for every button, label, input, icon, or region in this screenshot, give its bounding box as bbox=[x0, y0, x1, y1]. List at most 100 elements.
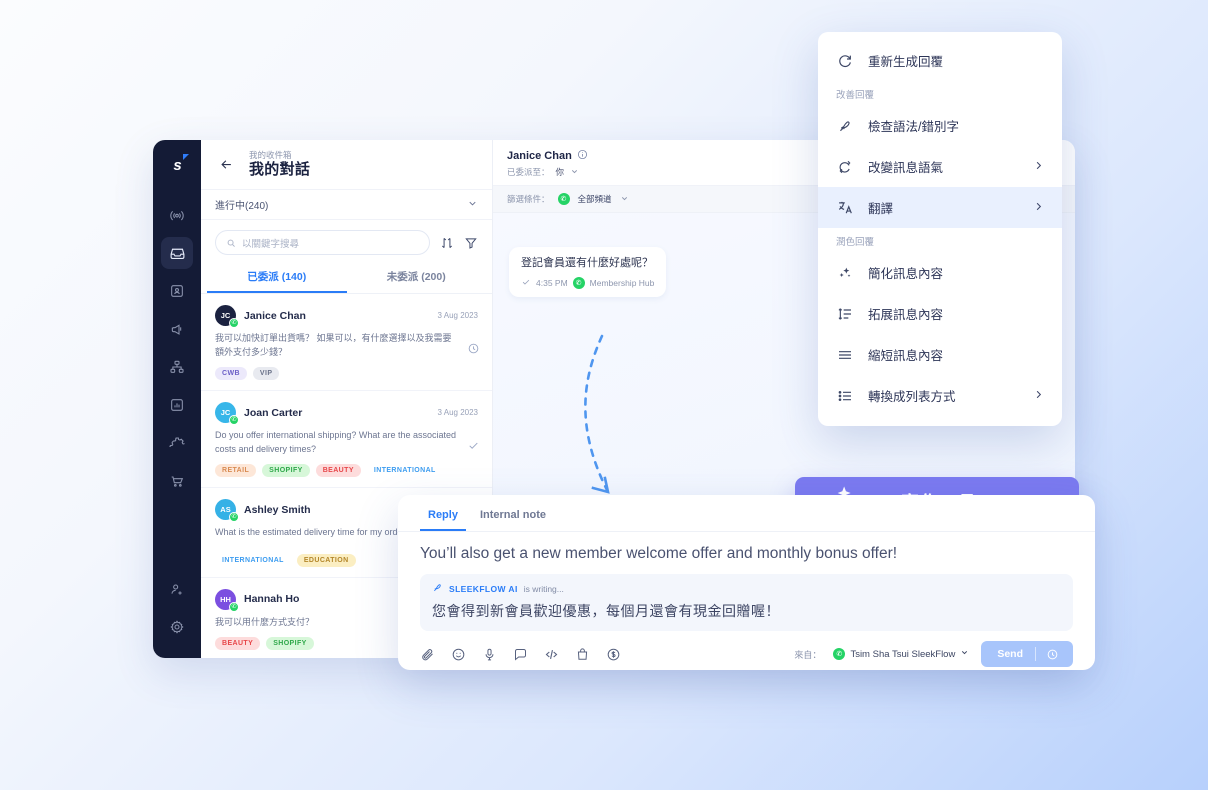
shorten-lines-icon bbox=[836, 347, 854, 363]
nav-item-integrations[interactable] bbox=[161, 427, 193, 459]
message-channel: Membership Hub bbox=[590, 278, 655, 288]
tag-list: CWB VIP bbox=[215, 367, 478, 380]
filter-label: 篩選條件： bbox=[507, 193, 550, 205]
ai-suggestion-block[interactable]: SLEEKFLOW AI is writing... 您會得到新會員歡迎優惠，每… bbox=[420, 574, 1073, 631]
chat-contact-name: Janice Chan bbox=[507, 150, 572, 162]
back-arrow-icon bbox=[219, 157, 234, 172]
search-input[interactable]: 以關鍵字搜尋 bbox=[215, 230, 430, 255]
composer-footer-right: 來自： ✆ Tsim Sha Tsui SleekFlow Send bbox=[794, 641, 1073, 667]
product-bag-icon[interactable] bbox=[575, 647, 590, 662]
nav-item-broadcast[interactable] bbox=[161, 199, 193, 231]
sparkle-icon bbox=[836, 265, 854, 281]
filter-channel-value: 全部頻道 bbox=[578, 193, 612, 205]
status-filter-dropdown[interactable]: 進行中(240) bbox=[201, 190, 492, 220]
conversation-item-janice-chan[interactable]: JC ✆ Janice Chan 3 Aug 2023 我可以加快訂單出貨嗎？ … bbox=[201, 294, 492, 391]
nav-item-inbox[interactable] bbox=[161, 237, 193, 269]
ai-writing-tools-menu: 重新生成回覆 改善回覆 檢查語法/錯別字 改變訊息語氣 翻譯 bbox=[818, 32, 1062, 426]
avatar-initials: JC bbox=[221, 311, 231, 320]
sleekflow-logo[interactable]: s bbox=[162, 150, 192, 180]
tag[interactable]: EDUCATION bbox=[297, 554, 356, 567]
send-button[interactable]: Send bbox=[981, 641, 1073, 667]
nav-item-analytics[interactable] bbox=[161, 389, 193, 421]
tag[interactable]: CWB bbox=[215, 367, 247, 380]
menu-item-expand[interactable]: 拓展訊息內容 bbox=[818, 293, 1062, 334]
conversation-header: JC ✆ Janice Chan 3 Aug 2023 bbox=[215, 305, 478, 326]
menu-item-label: 翻譯 bbox=[868, 198, 1019, 217]
back-button[interactable] bbox=[215, 154, 237, 176]
tab-assigned[interactable]: 已委派 (140) bbox=[207, 261, 347, 293]
inbox-titles: 我的收件箱 我的對話 bbox=[249, 151, 310, 179]
tab-reply[interactable]: Reply bbox=[420, 505, 466, 531]
tag[interactable]: BEAUTY bbox=[215, 637, 260, 650]
search-row: 以關鍵字搜尋 bbox=[201, 220, 492, 261]
assignment-tabs: 已委派 (140) 未委派 (200) bbox=[201, 261, 492, 294]
tag[interactable]: SHOPIFY bbox=[266, 637, 314, 650]
nav-item-commerce[interactable] bbox=[161, 465, 193, 497]
refresh-icon bbox=[836, 53, 854, 69]
menu-section-polish: 潤色回覆 bbox=[818, 228, 1062, 252]
menu-item-simplify[interactable]: 簡化訊息內容 bbox=[818, 252, 1062, 293]
nav-item-campaigns[interactable] bbox=[161, 313, 193, 345]
ai-suggestion-header: SLEEKFLOW AI is writing... bbox=[432, 582, 1061, 595]
menu-item-shorten[interactable]: 縮短訊息內容 bbox=[818, 334, 1062, 375]
tag[interactable]: SHOPIFY bbox=[262, 464, 310, 477]
nav-item-contacts[interactable] bbox=[161, 275, 193, 307]
draft-message-input[interactable]: You’ll also get a new member welcome off… bbox=[420, 544, 1073, 564]
tag[interactable]: RETAIL bbox=[215, 464, 256, 477]
nav-item-settings[interactable] bbox=[161, 611, 193, 643]
assigned-value: 你 bbox=[556, 166, 565, 178]
check-icon bbox=[467, 439, 480, 457]
whatsapp-badge-icon: ✆ bbox=[229, 512, 239, 522]
whatsapp-badge-icon: ✆ bbox=[229, 318, 239, 328]
tone-change-icon bbox=[836, 159, 854, 175]
bullet-list-icon bbox=[836, 388, 854, 404]
composer-body: You’ll also get a new member welcome off… bbox=[398, 532, 1095, 631]
flow-builder-icon bbox=[169, 359, 185, 375]
emoji-icon[interactable] bbox=[451, 647, 466, 662]
message-time: 4:35 PM bbox=[536, 278, 568, 288]
tab-internal-note[interactable]: Internal note bbox=[472, 505, 554, 531]
sort-icon[interactable] bbox=[440, 236, 454, 250]
avatar-initials: JC bbox=[221, 408, 231, 417]
assigned-label: 已委派至： bbox=[507, 166, 550, 178]
quick-reply-icon[interactable] bbox=[513, 647, 528, 662]
menu-item-translate[interactable]: 翻譯 bbox=[818, 187, 1062, 228]
info-icon[interactable] bbox=[577, 149, 588, 163]
ai-name: SLEEKFLOW AI bbox=[449, 584, 518, 594]
avatar: JC ✆ bbox=[215, 305, 236, 326]
ai-pen-icon bbox=[432, 582, 443, 595]
tag[interactable]: INTERNATIONAL bbox=[367, 464, 443, 477]
menu-item-label: 改變訊息語氣 bbox=[868, 157, 1019, 176]
nav-item-flow-builder[interactable] bbox=[161, 351, 193, 383]
attachment-icon[interactable] bbox=[420, 647, 435, 662]
conversation-snippet: 我可以加快訂單出貨嗎？ 如果可以，有什麼選擇以及我需要額外支付多少錢？ bbox=[215, 332, 478, 359]
menu-item-grammar-check[interactable]: 檢查語法/錯別字 bbox=[818, 105, 1062, 146]
from-channel-value: Tsim Sha Tsui SleekFlow bbox=[850, 649, 955, 660]
tag[interactable]: BEAUTY bbox=[316, 464, 361, 477]
code-snippet-icon[interactable] bbox=[544, 647, 559, 662]
ai-state: is writing... bbox=[524, 584, 564, 594]
microphone-icon[interactable] bbox=[482, 647, 497, 662]
payment-icon[interactable] bbox=[606, 647, 621, 662]
message-text: 登記會員還有什麼好處呢？ bbox=[521, 256, 654, 271]
nav-item-add-user[interactable] bbox=[161, 573, 193, 605]
avatar: JC ✆ bbox=[215, 402, 236, 423]
clock-icon[interactable] bbox=[1036, 648, 1069, 661]
menu-item-regenerate[interactable]: 重新生成回覆 bbox=[818, 40, 1062, 81]
conversation-date: 3 Aug 2023 bbox=[438, 408, 478, 417]
avatar-initials: HH bbox=[220, 595, 231, 604]
menu-item-label: 縮短訊息內容 bbox=[868, 345, 1044, 364]
megaphone-icon bbox=[169, 321, 185, 337]
tag[interactable]: INTERNATIONAL bbox=[215, 554, 291, 567]
menu-item-convert-to-list[interactable]: 轉換成列表方式 bbox=[818, 375, 1062, 416]
whatsapp-icon: ✆ bbox=[833, 648, 845, 660]
from-channel-select[interactable]: ✆ Tsim Sha Tsui SleekFlow bbox=[833, 648, 969, 660]
menu-item-change-tone[interactable]: 改變訊息語氣 bbox=[818, 146, 1062, 187]
contacts-icon bbox=[169, 283, 185, 299]
tag[interactable]: VIP bbox=[253, 367, 279, 380]
conversation-item-joan-carter[interactable]: JC ✆ Joan Carter 3 Aug 2023 Do you offer… bbox=[201, 391, 492, 488]
whatsapp-icon: ✆ bbox=[558, 193, 570, 205]
tab-unassigned[interactable]: 未委派 (200) bbox=[347, 261, 487, 293]
filter-icon[interactable] bbox=[464, 236, 478, 250]
translate-icon bbox=[836, 199, 854, 216]
